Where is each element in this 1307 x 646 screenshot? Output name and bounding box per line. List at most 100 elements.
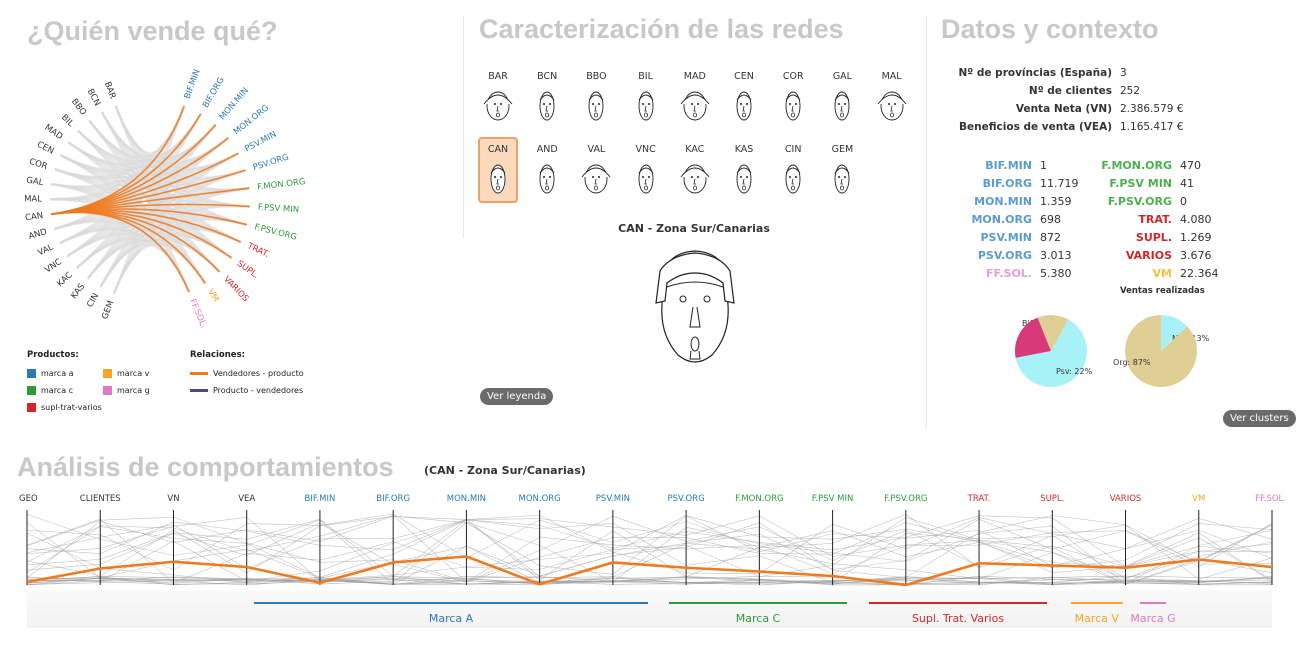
legend-marca-v-label: marca v — [117, 369, 150, 378]
axis-label[interactable]: PSV.ORG — [668, 494, 705, 504]
legend-supl-label: supl-trat-varios — [41, 403, 102, 412]
chord-product-label[interactable]: VARIOS — [221, 274, 250, 304]
axis-label[interactable]: F.MON.ORG — [735, 494, 784, 504]
context-row: Beneficios de venta (VEA) 1.165.417 € — [920, 118, 1183, 136]
axis-label[interactable]: VEA — [238, 494, 255, 504]
face-and[interactable]: AND — [527, 143, 567, 197]
chord-vendor-label[interactable]: CAN — [25, 211, 44, 223]
chord-product-label[interactable]: F.MON.ORG — [257, 177, 306, 193]
face-label: BAR — [488, 71, 508, 82]
chord-vendor-label[interactable]: AND — [27, 227, 48, 242]
product-name: TRAT. — [1138, 212, 1172, 226]
chord-product-label[interactable]: SUPL. — [235, 259, 261, 281]
chord-product-label[interactable]: BIF.MIN — [183, 68, 203, 100]
axis-label[interactable]: TRAT. — [968, 494, 991, 504]
chord-vendor-label[interactable]: BCN — [85, 87, 102, 108]
context-row: Nº de clientes 252 — [920, 82, 1183, 100]
chord-vendor-label[interactable]: CEN — [35, 140, 55, 157]
legend-button[interactable]: Ver leyenda — [480, 388, 554, 405]
axis-label[interactable]: F.PSV.ORG — [884, 494, 927, 504]
face-kas[interactable]: KAS — [724, 143, 764, 197]
face-gal[interactable]: GAL — [822, 70, 862, 124]
chord-product-label[interactable]: MON.MIN — [218, 86, 251, 122]
product-sales-right: F.MON.ORG 470 F.PSV MIN 41 F.PSV.ORG 0 TRAT. 4.… — [1090, 156, 1219, 282]
product-sales-row: SUPL. 1.269 — [1090, 228, 1219, 246]
product-name: MON.ORG — [971, 212, 1032, 226]
face-vnc[interactable]: VNC — [626, 143, 666, 197]
chord-product-label[interactable]: VM — [205, 288, 221, 304]
vendor-product-chord-diagram[interactable]: BARBCNBBOBILMADCENCORGALMALCANANDVALVNCK… — [0, 50, 440, 370]
chord-product-label[interactable]: PSV.MIN — [243, 130, 278, 155]
face-icon — [680, 164, 710, 194]
product-sales-row: PSV.ORG 3.013 — [950, 246, 1079, 264]
axis-label[interactable]: PSV.MIN — [596, 494, 630, 504]
chord-vendor-label[interactable]: BBO — [69, 97, 88, 118]
face-bcn[interactable]: BCN — [527, 70, 567, 124]
face-label: VNC — [635, 144, 656, 155]
chord-vendor-label[interactable]: BIL — [59, 113, 76, 129]
face-label: KAC — [685, 144, 705, 155]
sales-title: Ventas realizadas — [1120, 286, 1205, 296]
axis-label[interactable]: GEO — [19, 494, 38, 504]
clusters-button[interactable]: Ver clusters — [1223, 410, 1296, 427]
brand-label: Marca V — [1074, 612, 1119, 625]
face-bil[interactable]: BIL — [626, 70, 666, 124]
chord-vendor-label[interactable]: COR — [28, 157, 49, 172]
face-icon — [638, 91, 654, 121]
legend-marca-v: marca v — [103, 365, 173, 382]
chord-vendor-label[interactable]: GEM — [100, 299, 116, 321]
face-can[interactable]: CAN — [478, 137, 518, 203]
chord-vendor-label[interactable]: CIN — [85, 292, 101, 310]
face-label: CIN — [784, 144, 802, 155]
chord-vendor-label[interactable]: KAS — [69, 282, 87, 301]
face-icon — [680, 91, 710, 121]
face-mad[interactable]: MAD — [675, 70, 715, 124]
axis-label[interactable]: CLIENTES — [80, 494, 121, 504]
chord-vendor-label[interactable]: VAL — [36, 242, 55, 258]
face-cen[interactable]: CEN — [724, 70, 764, 124]
chord-product-label[interactable]: MON.ORG — [232, 103, 271, 137]
vendedores-line-swatch — [190, 372, 208, 375]
divider-left — [463, 16, 464, 238]
chord-product-label[interactable]: F.PSV MIN — [257, 203, 299, 216]
context-table: Nº de províncias (España) 3 Nº de clientes… — [920, 64, 1184, 136]
face-val[interactable]: VAL — [576, 143, 616, 197]
product-name: F.PSV MIN — [1109, 176, 1172, 190]
chord-product-label[interactable]: BIF.ORG — [201, 76, 227, 110]
chord-vendor-label[interactable]: MAL — [24, 194, 42, 204]
face-cin[interactable]: CIN — [773, 143, 813, 197]
axis-label[interactable]: VM — [1192, 494, 1205, 504]
axis-label[interactable]: VN — [167, 494, 179, 504]
axis-label[interactable]: SUPL. — [1040, 494, 1064, 504]
legend-marca-a-label: marca a — [41, 369, 74, 378]
face-mal[interactable]: MAL — [872, 70, 912, 124]
chord-vendor-label[interactable]: VNC — [43, 257, 64, 275]
axis-label[interactable]: FF.SOL. — [1255, 494, 1286, 504]
axis-label[interactable]: MON.MIN — [447, 494, 486, 504]
axis-label[interactable]: VARIOS — [1110, 494, 1142, 504]
axis-label[interactable]: MON.ORG — [519, 494, 561, 504]
context-row: Venta Neta (VN) 2.386.579 € — [920, 100, 1184, 118]
product-sales-left: BIF.MIN 1 BIF.ORG 11.719 MON.MIN 1.359 MON.ORG… — [950, 156, 1079, 282]
face-bbo[interactable]: BBO — [576, 70, 616, 124]
behaviour-title: Análisis de comportamientos — [17, 452, 394, 482]
face-bar[interactable]: BAR — [478, 70, 518, 124]
axis-label[interactable]: BIF.MIN — [305, 494, 336, 504]
face-cor[interactable]: COR — [773, 70, 813, 124]
face-gem[interactable]: GEM — [822, 143, 862, 197]
chord-product-label[interactable]: TRAT. — [245, 241, 271, 260]
chord-product-label[interactable]: FF.SOL. — [187, 298, 208, 330]
chord-vendor-label[interactable]: BAR — [102, 80, 117, 100]
face-label: GAL — [832, 71, 852, 82]
axis-label[interactable]: BIF.ORG — [376, 494, 410, 504]
product-name: PSV.ORG — [977, 248, 1032, 262]
chord-vendor-label[interactable]: MAD — [43, 123, 65, 143]
chord-product-label[interactable]: PSV.ORG — [252, 153, 290, 174]
face-kac[interactable]: KAC — [675, 143, 715, 197]
axis-label[interactable]: F.PSV MIN — [812, 494, 853, 504]
chord-vendor-label[interactable]: KAC — [55, 270, 74, 289]
networks-title: Caracterización de las redes — [479, 14, 844, 44]
chord-product-label[interactable]: F.PSV.ORG — [253, 222, 297, 242]
chord-vendor-label[interactable]: GAL — [26, 176, 45, 189]
marca-c-swatch — [27, 386, 36, 395]
